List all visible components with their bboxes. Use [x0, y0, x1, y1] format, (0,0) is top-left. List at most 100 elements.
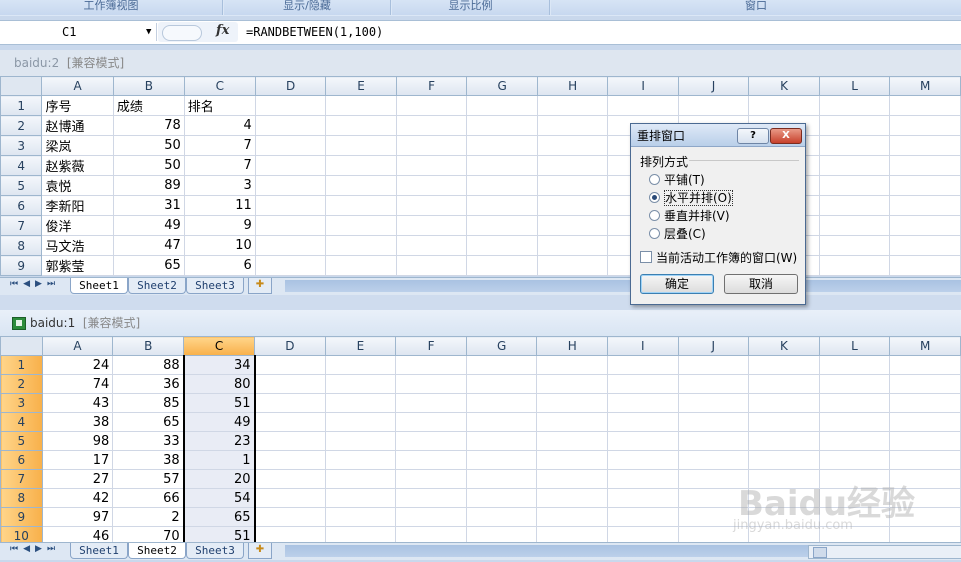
scrollbar-thumb[interactable] [813, 547, 827, 558]
column-header[interactable]: D [254, 336, 326, 356]
cell-c[interactable]: 11 [183, 195, 256, 216]
empty-cell[interactable] [818, 215, 891, 236]
empty-cell[interactable] [607, 507, 679, 527]
empty-cell[interactable] [395, 526, 467, 542]
cell-b[interactable]: 50 [112, 155, 185, 176]
empty-cell[interactable] [536, 469, 609, 489]
empty-cell[interactable] [395, 507, 467, 527]
workbook-window-title[interactable]: baidu:2 [兼容模式] [0, 50, 961, 76]
empty-cell[interactable] [536, 507, 609, 527]
row-header[interactable]: 5 [0, 175, 43, 196]
cell-c[interactable]: 65 [182, 507, 256, 527]
tab-scroll-buttons[interactable]: ⏮◀▶⏭ [10, 279, 60, 289]
empty-cell[interactable] [536, 155, 609, 176]
cell-c[interactable]: 6 [183, 255, 256, 276]
row-header[interactable]: 6 [0, 195, 43, 216]
column-header[interactable]: A [41, 336, 114, 356]
empty-cell[interactable] [466, 255, 538, 276]
empty-cell[interactable] [466, 155, 538, 176]
empty-cell[interactable] [395, 215, 468, 236]
empty-cell[interactable] [607, 412, 679, 432]
cell-c[interactable]: 10 [183, 235, 256, 256]
empty-cell[interactable] [395, 175, 468, 196]
chevron-down-icon[interactable]: ▼ [146, 23, 151, 41]
empty-cell[interactable] [677, 374, 750, 394]
empty-cell[interactable] [607, 469, 679, 489]
active-workbook-checkbox[interactable]: 当前活动工作簿的窗口(W) [640, 249, 797, 266]
empty-cell[interactable] [466, 175, 538, 196]
empty-cell[interactable] [607, 450, 679, 470]
empty-cell[interactable] [254, 526, 326, 542]
empty-cell[interactable] [325, 255, 397, 276]
empty-cell[interactable] [889, 195, 961, 216]
column-header[interactable]: F [395, 336, 467, 356]
cell-a[interactable]: 97 [41, 507, 114, 527]
cell-b[interactable]: 78 [112, 115, 185, 136]
row-header[interactable]: 9 [0, 255, 43, 276]
empty-cell[interactable] [325, 115, 397, 136]
empty-cell[interactable] [466, 235, 538, 256]
empty-cell[interactable] [677, 412, 750, 432]
column-header[interactable]: E [325, 76, 397, 96]
empty-cell[interactable] [536, 115, 609, 136]
empty-cell[interactable] [818, 175, 891, 196]
cancel-button[interactable]: 取消 [724, 274, 798, 294]
empty-cell[interactable] [465, 374, 538, 394]
cell-c[interactable]: 80 [182, 374, 256, 394]
column-header[interactable]: K [748, 336, 820, 356]
empty-cell[interactable] [607, 431, 679, 451]
empty-cell[interactable] [254, 412, 326, 432]
cell-c[interactable]: 51 [182, 393, 256, 413]
empty-cell[interactable] [677, 355, 750, 375]
tab-sheet3[interactable]: Sheet3 [186, 278, 244, 294]
empty-cell[interactable] [254, 215, 327, 236]
empty-cell[interactable] [818, 155, 891, 176]
cell-b[interactable]: 66 [112, 488, 185, 508]
empty-cell[interactable] [324, 526, 397, 542]
empty-cell[interactable] [324, 355, 397, 375]
empty-cell[interactable] [536, 275, 609, 276]
cell-a[interactable]: 袁悦 [41, 175, 114, 196]
cell-a[interactable]: 24 [41, 355, 114, 375]
row-header[interactable]: 10 [0, 526, 43, 542]
cell-b[interactable]: 2 [112, 507, 185, 527]
empty-cell[interactable] [395, 95, 468, 116]
empty-cell[interactable] [889, 135, 961, 156]
empty-cell[interactable] [818, 374, 891, 394]
empty-cell[interactable] [607, 488, 679, 508]
empty-cell[interactable] [254, 195, 327, 216]
empty-cell[interactable] [254, 488, 326, 508]
empty-cell[interactable] [324, 374, 397, 394]
empty-cell[interactable] [818, 393, 891, 413]
tab-sheet2[interactable]: Sheet2 [128, 278, 186, 294]
row-header[interactable]: 3 [0, 393, 43, 413]
cell-a[interactable]: 梁岚 [41, 135, 114, 156]
empty-cell[interactable] [818, 195, 891, 216]
cell-c[interactable]: 7 [183, 135, 256, 156]
cell-c[interactable]: 9 [183, 215, 256, 236]
empty-cell[interactable] [254, 355, 326, 375]
cell-c[interactable]: 7 [183, 155, 256, 176]
empty-cell[interactable] [466, 95, 538, 116]
empty-cell[interactable] [254, 175, 327, 196]
empty-cell[interactable] [889, 431, 961, 451]
empty-cell[interactable] [325, 95, 397, 116]
cell-a[interactable]: 赵博通 [41, 115, 114, 136]
empty-cell[interactable] [677, 450, 750, 470]
empty-cell[interactable] [465, 393, 538, 413]
empty-cell[interactable] [607, 393, 679, 413]
empty-cell[interactable] [818, 450, 891, 470]
empty-cell[interactable] [889, 235, 961, 256]
empty-cell[interactable] [748, 450, 820, 470]
empty-cell[interactable] [889, 275, 961, 276]
empty-cell[interactable] [536, 450, 609, 470]
cell-b[interactable]: 88 [112, 355, 185, 375]
empty-cell[interactable] [324, 488, 397, 508]
empty-cell[interactable] [465, 469, 538, 489]
empty-cell[interactable] [254, 135, 327, 156]
column-header[interactable]: B [112, 336, 185, 356]
empty-cell[interactable] [254, 255, 327, 276]
cell-b[interactable]: 36 [112, 374, 185, 394]
horizontal-scrollbar[interactable] [808, 545, 961, 559]
empty-cell[interactable] [748, 374, 820, 394]
